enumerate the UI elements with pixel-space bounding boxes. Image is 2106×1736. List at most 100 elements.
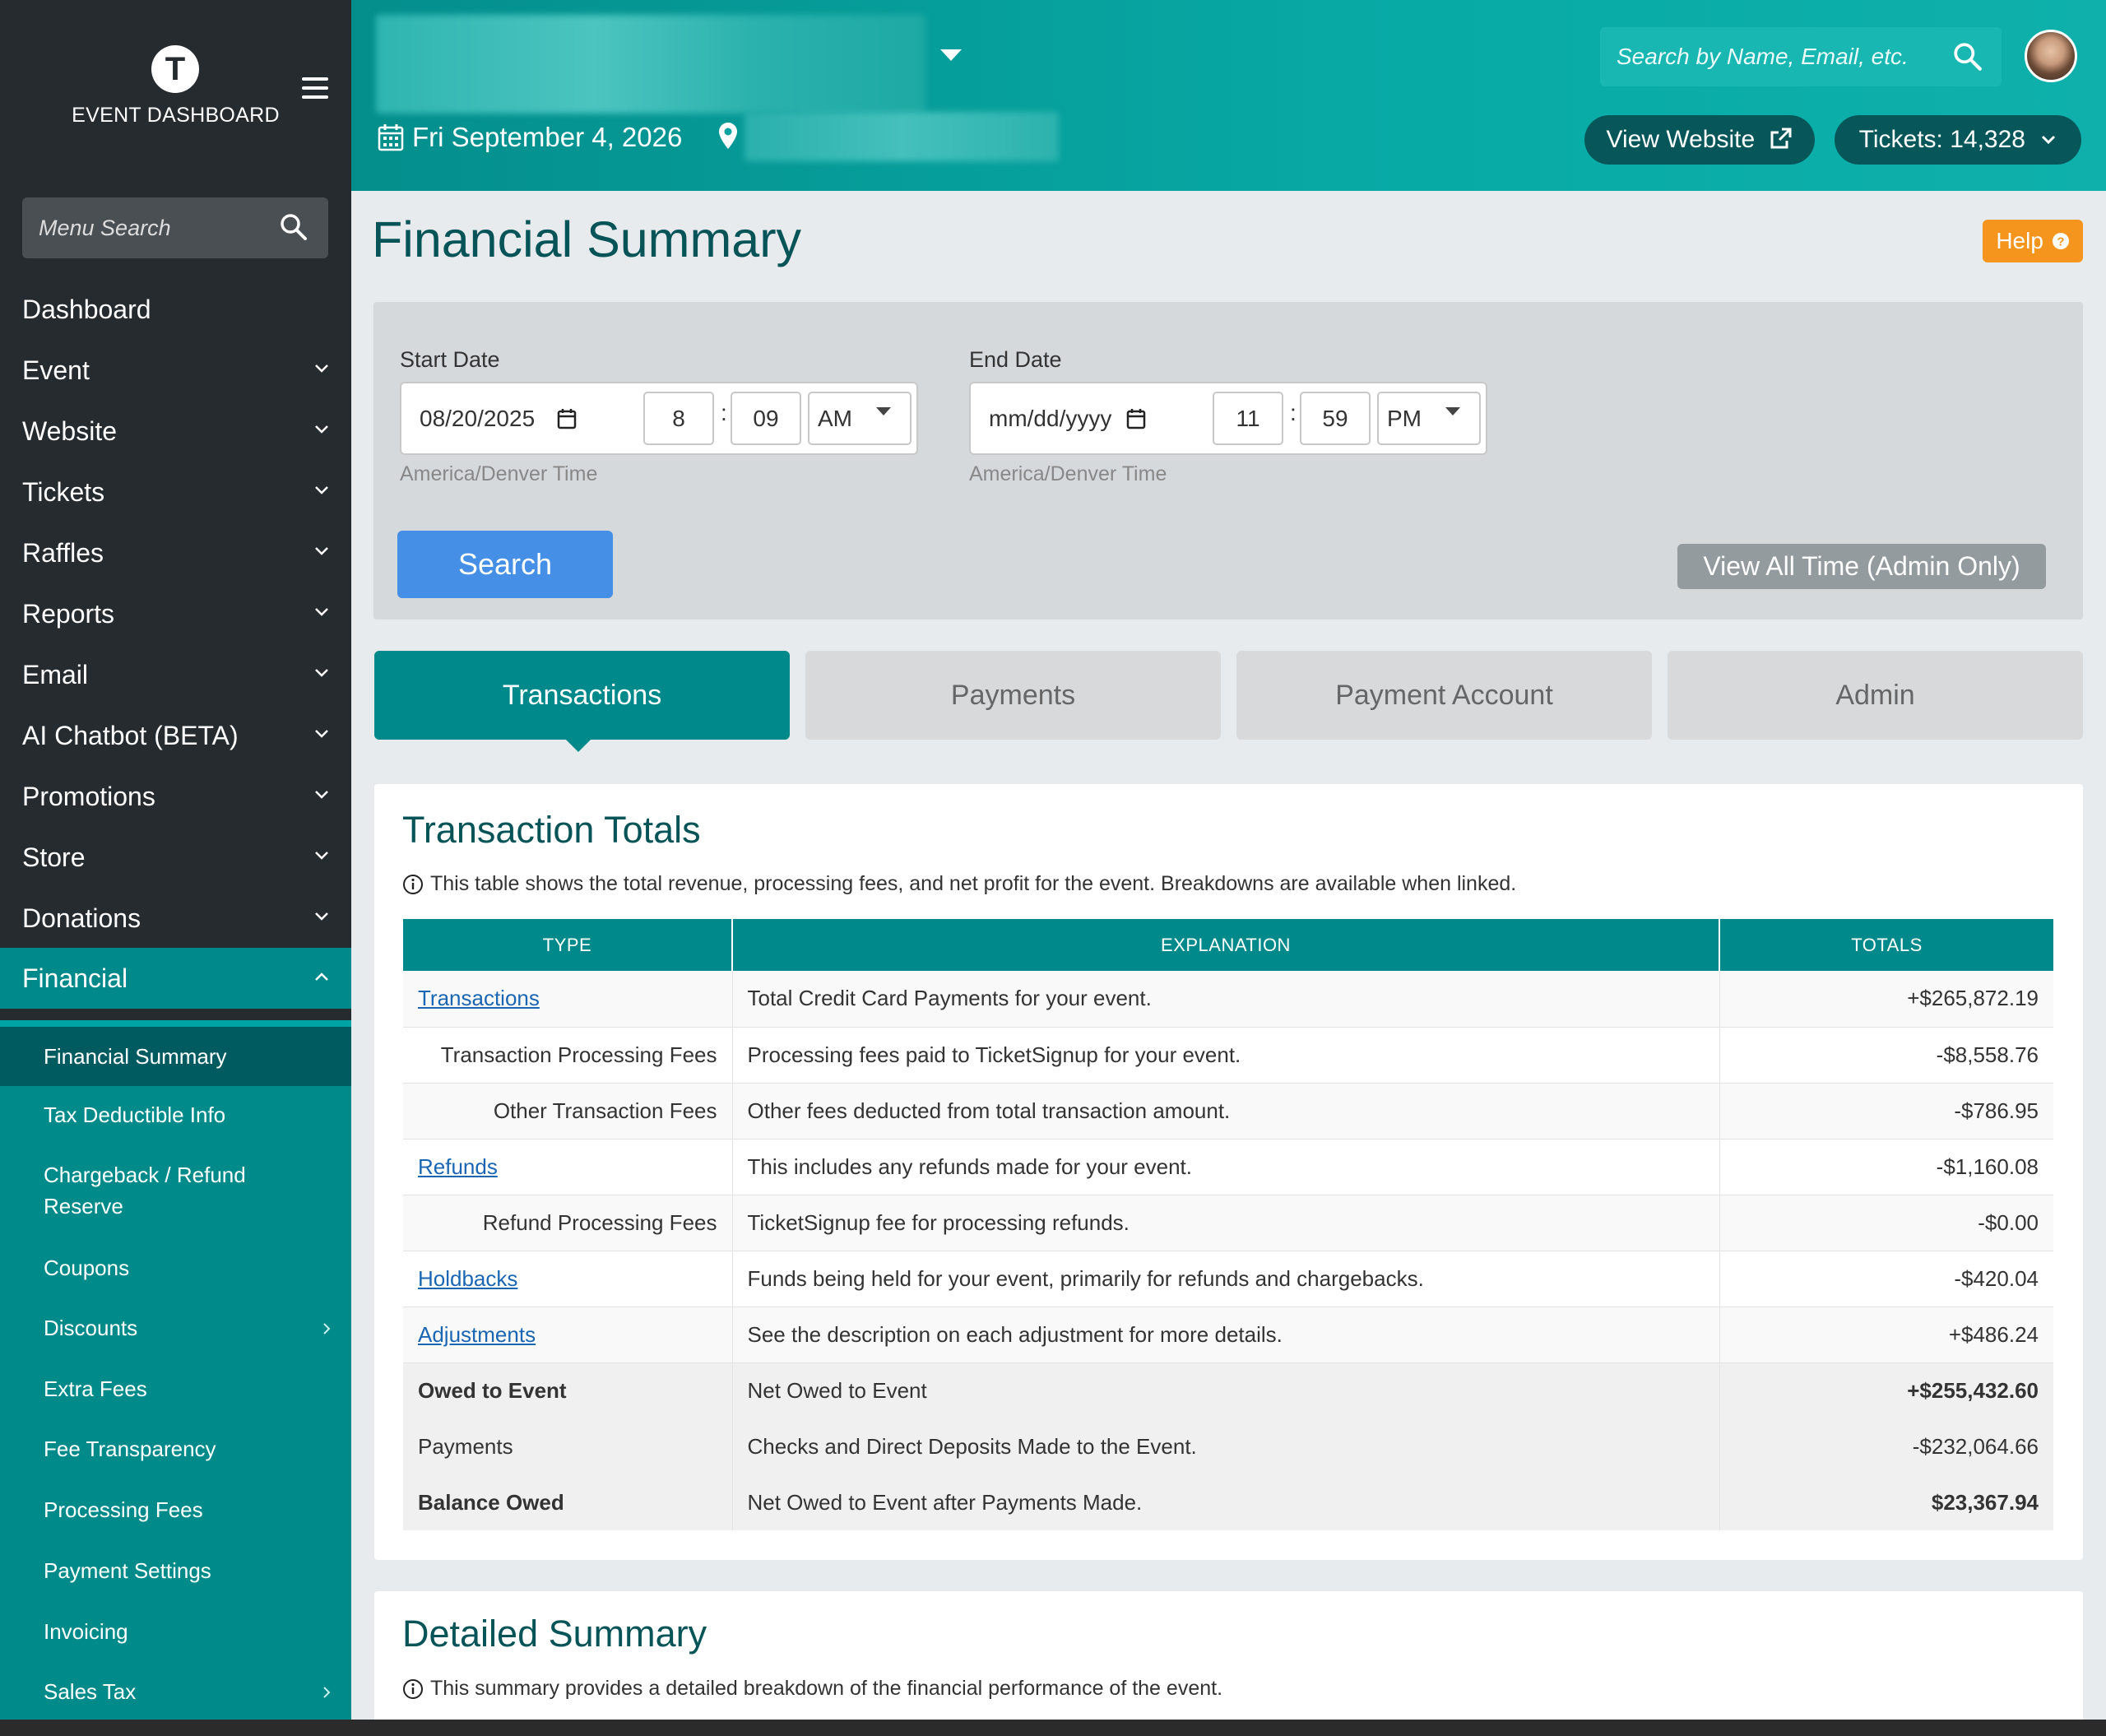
tickets-dropdown-button[interactable]: Tickets: 14,328 <box>1835 115 2081 165</box>
end-date-input[interactable]: mm/dd/yyyy <box>989 383 1111 453</box>
event-date: Fri September 4, 2026 <box>412 122 683 152</box>
start-hour-input[interactable]: 8 <box>643 392 714 445</box>
financial-submenu: Financial Summary Tax Deductible Info Ch… <box>0 1020 351 1720</box>
sub-coupons[interactable]: Coupons <box>0 1252 351 1283</box>
nav-label: Promotions <box>22 782 155 811</box>
start-date-input[interactable]: 08/20/2025 <box>420 383 535 453</box>
page-title: Financial Summary <box>372 211 802 267</box>
nav-raffles[interactable]: Raffles <box>0 522 351 583</box>
active-tab-pointer <box>565 739 591 752</box>
row-explanation: Net Owed to Event <box>732 1362 1720 1418</box>
external-link-icon <box>1770 128 1791 149</box>
chevron-down-icon <box>313 424 330 435</box>
tab-transactions[interactable]: Transactions <box>374 651 790 740</box>
sub-processing-fees[interactable]: Processing Fees <box>0 1494 351 1525</box>
chevron-down-icon <box>313 606 330 618</box>
logo-area: T EVENT DASHBOARD <box>0 0 351 181</box>
sub-tax-deductible[interactable]: Tax Deductible Info <box>0 1099 351 1130</box>
menu-search-input[interactable] <box>39 197 277 258</box>
question-circle-icon: ? <box>2052 233 2069 249</box>
sub-financial-summary[interactable]: Financial Summary <box>0 1027 351 1086</box>
table-row: Transactions Total Credit Card Payments … <box>403 971 2053 1028</box>
nav-event[interactable]: Event <box>0 340 351 401</box>
header-search <box>1600 27 2002 86</box>
sub-payment-settings[interactable]: Payment Settings <box>0 1555 351 1586</box>
time-colon: : <box>721 400 727 425</box>
nav-promotions[interactable]: Promotions <box>0 766 351 827</box>
ampm-value: AM <box>818 406 852 431</box>
nav-label: Dashboard <box>22 295 151 324</box>
nav-email[interactable]: Email <box>0 644 351 705</box>
row-explanation: Funds being held for your event, primari… <box>732 1251 1720 1307</box>
nav-financial[interactable]: Financial <box>0 948 351 1009</box>
sub-chargeback-refund-reserve[interactable]: Chargeback / Refund Reserve <box>0 1159 351 1222</box>
hamburger-menu-icon[interactable] <box>302 77 328 99</box>
tab-payment-account[interactable]: Payment Account <box>1236 651 1652 740</box>
row-type: Owed to Event <box>403 1362 733 1418</box>
nav-dashboard[interactable]: Dashboard <box>0 279 351 340</box>
attendee-search-input[interactable] <box>1617 27 1946 86</box>
sub-discounts[interactable]: Discounts <box>0 1312 351 1344</box>
sub-label: Financial Summary <box>44 1044 227 1069</box>
logo[interactable]: T <box>151 45 199 93</box>
search-icon[interactable] <box>279 212 308 242</box>
tab-payments[interactable]: Payments <box>805 651 1221 740</box>
sub-extra-fees[interactable]: Extra Fees <box>0 1373 351 1404</box>
help-button[interactable]: Help ? <box>1983 220 2083 262</box>
start-ampm-select[interactable]: AM <box>808 392 912 445</box>
row-total: -$420.04 <box>1719 1251 2053 1307</box>
nav-store[interactable]: Store <box>0 827 351 888</box>
nav-reports[interactable]: Reports <box>0 583 351 644</box>
sub-fee-transparency[interactable]: Fee Transparency <box>0 1433 351 1464</box>
sub-label: Invoicing <box>44 1619 128 1644</box>
search-icon[interactable] <box>1952 41 1983 72</box>
row-explanation: Net Owed to Event after Payments Made. <box>732 1474 1720 1530</box>
nav-label: Reports <box>22 599 115 629</box>
sub-invoicing[interactable]: Invoicing <box>0 1616 351 1647</box>
transactions-link[interactable]: Transactions <box>418 986 540 1010</box>
sub-label: Reserve <box>44 1194 123 1218</box>
row-total: -$0.00 <box>1719 1195 2053 1251</box>
end-ampm-select[interactable]: PM <box>1377 392 1481 445</box>
event-name-redacted[interactable] <box>376 15 925 114</box>
nav-website[interactable]: Website <box>0 401 351 462</box>
row-type: Refunds <box>403 1139 733 1195</box>
nav-label: Email <box>22 660 89 689</box>
tab-admin[interactable]: Admin <box>1668 651 2083 740</box>
refunds-link[interactable]: Refunds <box>418 1154 498 1179</box>
table-row: Holdbacks Funds being held for your even… <box>403 1251 2053 1307</box>
adjustments-link[interactable]: Adjustments <box>418 1322 536 1347</box>
calendar-icon[interactable] <box>557 408 577 429</box>
start-minute-input[interactable]: 09 <box>731 392 801 445</box>
sub-sales-tax[interactable]: Sales Tax <box>0 1676 351 1707</box>
row-explanation: This includes any refunds made for your … <box>732 1139 1720 1195</box>
time-colon: : <box>1290 400 1297 425</box>
calendar-icon <box>378 123 404 151</box>
chevron-down-icon <box>313 485 330 496</box>
chevron-down-icon <box>313 850 330 861</box>
nav-ai-chatbot[interactable]: AI Chatbot (BETA) <box>0 705 351 766</box>
search-button[interactable]: Search <box>397 531 613 598</box>
nav-tickets[interactable]: Tickets <box>0 462 351 522</box>
table-row: Payments Checks and Direct Deposits Made… <box>403 1418 2053 1474</box>
view-website-button[interactable]: View Website <box>1584 115 1815 165</box>
row-total: +$255,432.60 <box>1719 1362 2053 1418</box>
end-hour-input[interactable]: 11 <box>1213 392 1283 445</box>
sub-label: Extra Fees <box>44 1376 147 1401</box>
table-row: Balance Owed Net Owed to Event after Pay… <box>403 1474 2053 1530</box>
nav-donations[interactable]: Donations <box>0 888 351 949</box>
end-minute-input[interactable]: 59 <box>1300 392 1371 445</box>
chevron-down-icon <box>313 911 330 922</box>
calendar-icon[interactable] <box>1126 408 1146 429</box>
card-title: Transaction Totals <box>402 809 701 851</box>
row-type: Holdbacks <box>403 1251 733 1307</box>
holdbacks-link[interactable]: Holdbacks <box>418 1266 517 1291</box>
caret-down-icon <box>875 406 892 416</box>
detailed-summary-card: Detailed Summary This summary provides a… <box>374 1591 2083 1723</box>
row-total: -$786.95 <box>1719 1083 2053 1140</box>
caret-down-icon[interactable] <box>939 48 963 63</box>
transaction-totals-table: TYPE EXPLANATION TOTALS Transactions Tot… <box>403 919 2053 1530</box>
view-all-time-button[interactable]: View All Time (Admin Only) <box>1677 544 2046 589</box>
user-avatar[interactable] <box>2025 30 2077 82</box>
sub-label: Sales Tax <box>44 1679 137 1704</box>
